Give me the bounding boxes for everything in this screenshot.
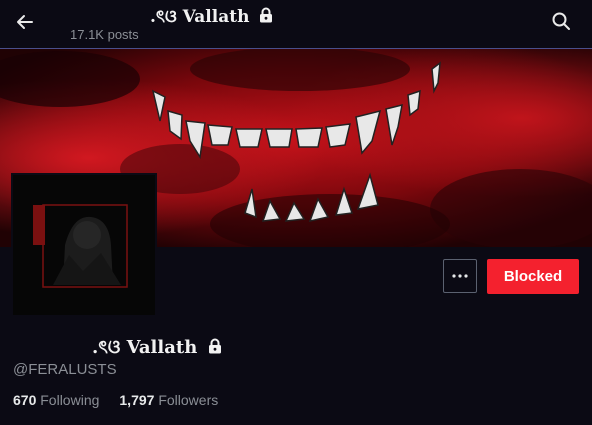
avatar-image	[13, 175, 155, 315]
back-button[interactable]	[12, 9, 38, 35]
blocked-button[interactable]: Blocked	[487, 259, 579, 294]
followers-link[interactable]: 1,797 Followers	[119, 392, 218, 408]
followers-label: Followers	[158, 392, 219, 408]
following-label: Following	[40, 392, 100, 408]
profile-avatar[interactable]	[11, 173, 157, 317]
search-icon	[552, 12, 570, 30]
ellipsis-icon	[452, 274, 468, 278]
more-options-button[interactable]	[443, 259, 477, 293]
follow-stats: 670 Following 1,797 Followers	[13, 392, 218, 408]
followers-count: 1,797	[119, 392, 155, 408]
header-name-text: Vallath	[182, 7, 250, 27]
header-name-decoration: .ৎଓ	[150, 7, 177, 27]
profile-handle: @FERALUSTS	[13, 361, 117, 378]
header-profile-name: .ৎଓ Vallath	[150, 4, 273, 32]
following-link[interactable]: 670 Following	[13, 392, 99, 408]
name-decoration: .ৎଓ	[92, 337, 121, 358]
following-count: 670	[13, 392, 37, 408]
display-name-text: Vallath	[126, 337, 198, 358]
search-button[interactable]	[549, 9, 573, 33]
arrow-left-icon	[17, 15, 33, 29]
top-bar: .ৎଓ Vallath 17.1K posts	[0, 0, 592, 49]
post-count: 17.1K posts	[70, 27, 139, 42]
profile-display-name: .ৎଓ Vallath	[92, 333, 222, 364]
lock-icon	[208, 338, 221, 354]
lock-icon	[260, 7, 273, 23]
